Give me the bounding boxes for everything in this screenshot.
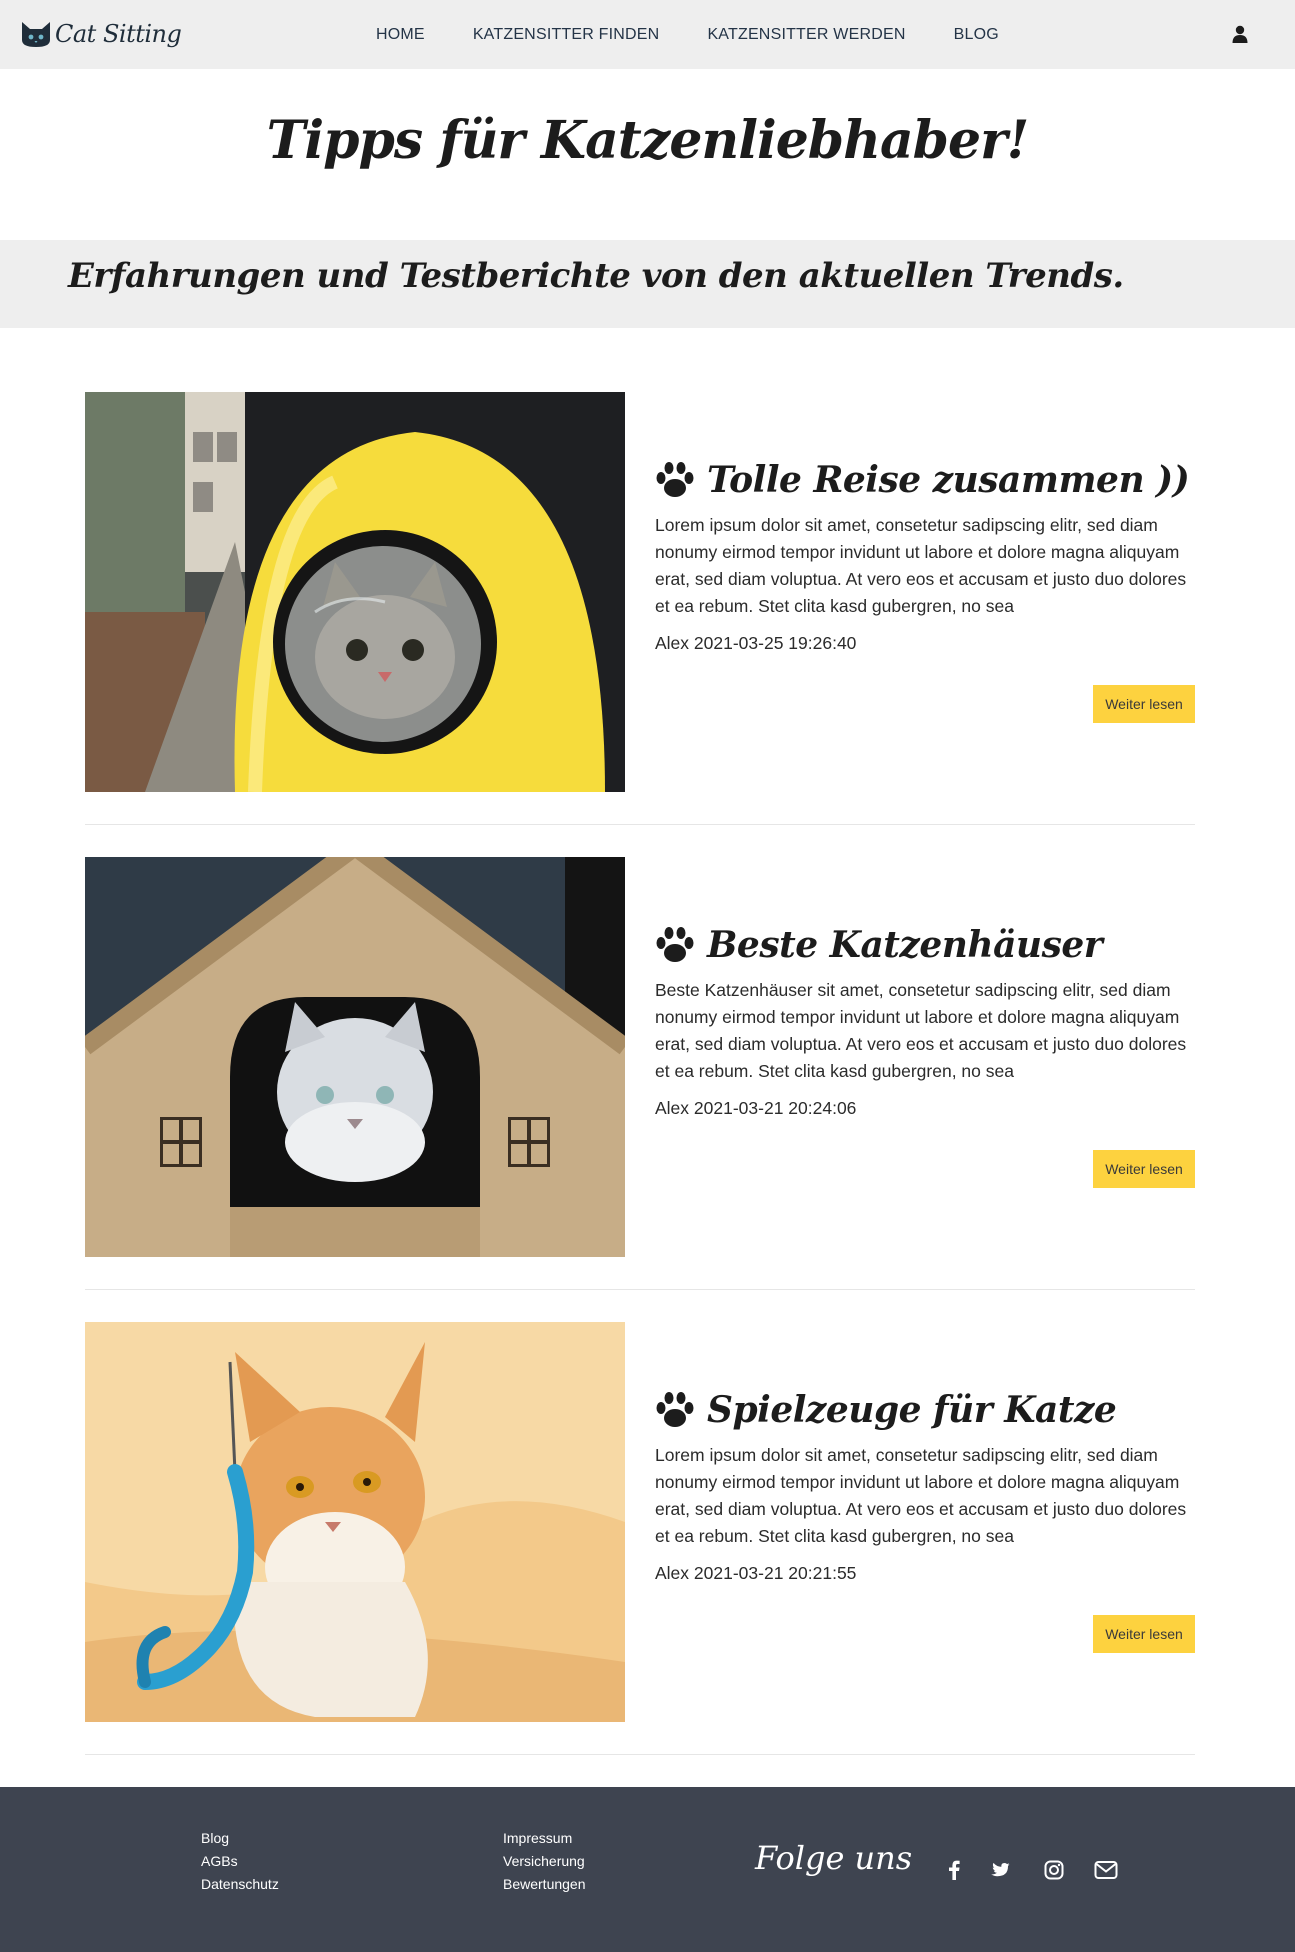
page-title: Tipps für Katzenliebhaber! (266, 110, 1030, 171)
post-image-cat-toy[interactable] (85, 1322, 625, 1722)
post-title[interactable]: Beste Katzenhäuser (655, 917, 1200, 973)
paw-icon (656, 1392, 694, 1427)
cat-face-icon (22, 22, 50, 47)
post-excerpt: Lorem ipsum dolor sit amet, consetetur s… (655, 515, 1187, 616)
footer-links-right: Impressum Versicherung Bewertungen (503, 1827, 586, 1896)
post-body: Tolle Reise zusammen )) Lorem ipsum dolo… (655, 452, 1200, 654)
paw-icon (656, 462, 694, 497)
post-divider (85, 824, 1195, 825)
footer-link-blog[interactable]: Blog (201, 1827, 279, 1850)
post-author-date: Alex 2021-03-21 20:24:06 (655, 1098, 857, 1118)
nav-home[interactable]: HOME (376, 26, 425, 44)
brand-logo[interactable]: Cat Sitting (20, 16, 182, 52)
post-excerpt: Beste Katzenhäuser sit amet, consetetur … (655, 980, 1187, 1081)
post-author-date: Alex 2021-03-25 19:26:40 (655, 633, 857, 653)
nav-katzensitter-werden[interactable]: KATZENSITTER WERDEN (707, 26, 905, 44)
navbar: Cat Sitting HOME KATZENSITTER FINDEN KAT… (0, 0, 1295, 69)
blog-post: Tolle Reise zusammen )) Lorem ipsum dolo… (85, 392, 1195, 792)
footer: Blog AGBs Datenschutz Impressum Versiche… (0, 1787, 1295, 1952)
twitter-icon[interactable] (990, 1860, 1014, 1880)
footer-link-bewertungen[interactable]: Bewertungen (503, 1873, 586, 1896)
post-title[interactable]: Tolle Reise zusammen )) (655, 452, 1200, 508)
post-image-cat-house[interactable] (85, 857, 625, 1257)
post-title-text: Spielzeuge für Katze (707, 1389, 1117, 1431)
user-icon[interactable] (1232, 25, 1248, 43)
mail-icon[interactable] (1094, 1860, 1118, 1880)
brand-name: Cat Sitting (55, 20, 182, 48)
post-body: Beste Katzenhäuser Beste Katzenhäuser si… (655, 917, 1200, 1119)
blog-post: Spielzeuge für Katze Lorem ipsum dolor s… (85, 1322, 1195, 1722)
cat-toy-image (85, 1322, 625, 1722)
post-image-cat-backpack[interactable] (85, 392, 625, 792)
post-title[interactable]: Spielzeuge für Katze (655, 1382, 1200, 1438)
footer-links-left: Blog AGBs Datenschutz (201, 1827, 279, 1896)
footer-link-agbs[interactable]: AGBs (201, 1850, 279, 1873)
footer-link-impressum[interactable]: Impressum (503, 1827, 586, 1850)
post-title-text: Tolle Reise zusammen )) (707, 459, 1190, 501)
instagram-icon[interactable] (1044, 1860, 1064, 1880)
post-divider (85, 1289, 1195, 1290)
nav-katzensitter-finden[interactable]: KATZENSITTER FINDEN (473, 26, 660, 44)
main-nav: HOME KATZENSITTER FINDEN KATZENSITTER WE… (376, 0, 1047, 69)
read-more-button[interactable]: Weiter lesen (1093, 685, 1195, 723)
footer-link-datenschutz[interactable]: Datenschutz (201, 1873, 279, 1896)
post-title-text: Beste Katzenhäuser (707, 924, 1103, 966)
follow-us-heading: Folge uns (755, 1839, 913, 1877)
read-more-button[interactable]: Weiter lesen (1093, 1150, 1195, 1188)
post-author-date: Alex 2021-03-21 20:21:55 (655, 1563, 857, 1583)
post-excerpt: Lorem ipsum dolor sit amet, consetetur s… (655, 1445, 1187, 1546)
nav-blog[interactable]: BLOG (954, 26, 999, 44)
blog-post: Beste Katzenhäuser Beste Katzenhäuser si… (85, 857, 1195, 1257)
read-more-button[interactable]: Weiter lesen (1093, 1615, 1195, 1653)
post-divider (85, 1754, 1195, 1755)
page-subtitle: Erfahrungen und Testberichte von den akt… (68, 256, 1124, 296)
facebook-icon[interactable] (948, 1860, 960, 1880)
cat-house-image (85, 857, 625, 1257)
footer-link-versicherung[interactable]: Versicherung (503, 1850, 586, 1873)
post-body: Spielzeuge für Katze Lorem ipsum dolor s… (655, 1382, 1200, 1584)
paw-icon (656, 927, 694, 962)
cat-backpack-image (85, 392, 625, 792)
